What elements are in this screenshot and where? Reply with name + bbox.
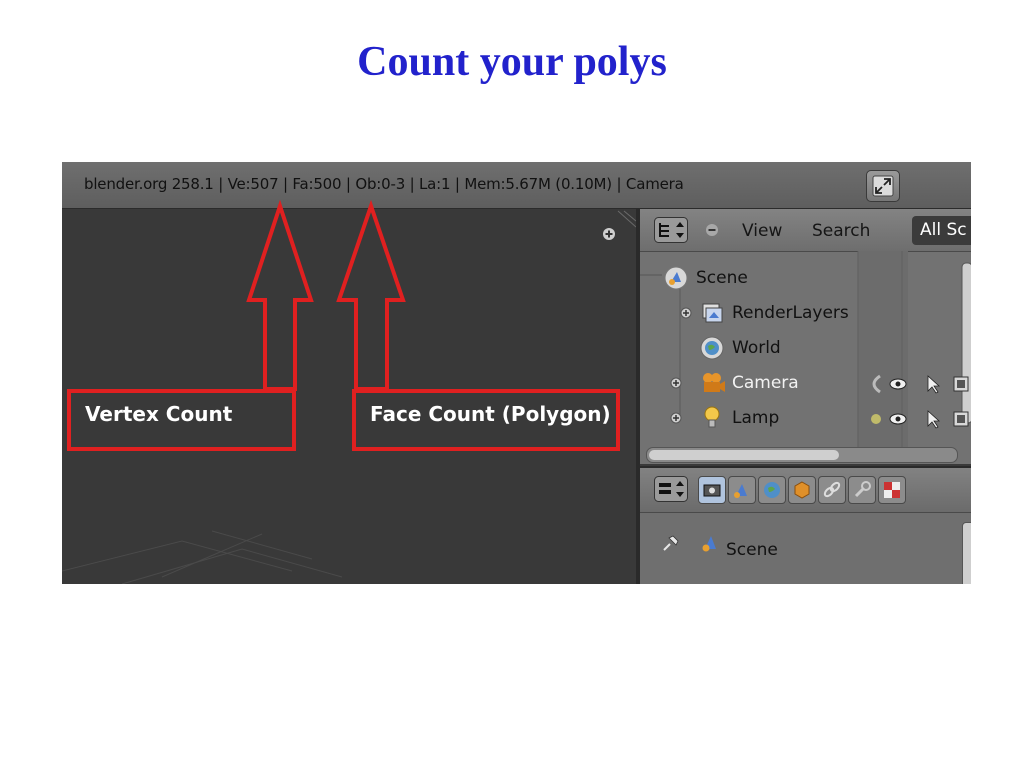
object-tab[interactable] xyxy=(788,476,816,504)
render-tab[interactable] xyxy=(698,476,726,504)
fullscreen-icon xyxy=(872,175,894,197)
scrollbar-thumb[interactable] xyxy=(649,450,839,460)
outliner-label-scene: Scene xyxy=(696,268,748,288)
collapse-icon[interactable] xyxy=(704,222,720,238)
camera-restrict-icons xyxy=(872,374,969,394)
outliner-header: View Search All Sc xyxy=(640,209,971,252)
editor-type-icon[interactable] xyxy=(654,217,688,243)
scene-icon xyxy=(664,266,688,290)
outliner-label-camera: Camera xyxy=(732,373,799,393)
world-tab[interactable] xyxy=(758,476,786,504)
properties-header xyxy=(640,468,971,513)
outliner-row-lamp[interactable]: Lamp xyxy=(640,401,971,436)
outliner-label-world: World xyxy=(732,338,781,358)
outliner-search-menu[interactable]: Search xyxy=(812,221,870,241)
expand-plus-icon[interactable] xyxy=(670,377,682,389)
scene-tab[interactable] xyxy=(728,476,756,504)
add-plus-icon[interactable] xyxy=(602,227,616,241)
face-count-label: Face Count (Polygon) xyxy=(370,402,611,426)
properties-scrollbar[interactable] xyxy=(962,522,971,584)
info-bar-stats: blender.org 258.1 | Ve:507 | Fa:500 | Ob… xyxy=(84,175,684,193)
outliner-row-world[interactable]: World xyxy=(640,331,971,366)
blender-screenshot: blender.org 258.1 | Ve:507 | Fa:500 | Ob… xyxy=(62,162,971,584)
outliner-row-camera[interactable]: Camera xyxy=(640,366,971,401)
world-icon xyxy=(700,336,724,360)
lamp-restrict-icons xyxy=(871,410,969,429)
constraints-tab[interactable] xyxy=(818,476,846,504)
vertex-count-callout: Vertex Count xyxy=(67,389,296,451)
outliner-view-menu[interactable]: View xyxy=(742,221,782,241)
object-cube-icon xyxy=(794,481,810,499)
vertex-count-label: Vertex Count xyxy=(85,402,233,426)
properties-scene-label: Scene xyxy=(726,540,778,560)
pin-icon[interactable] xyxy=(658,530,684,556)
link-chain-icon xyxy=(823,481,841,498)
info-bar: blender.org 258.1 | Ve:507 | Fa:500 | Ob… xyxy=(62,162,971,209)
outliner-label-lamp: Lamp xyxy=(732,408,780,428)
outliner-horizontal-scrollbar[interactable] xyxy=(646,447,958,463)
render-camera-icon xyxy=(703,484,721,497)
expand-plus-icon[interactable] xyxy=(680,307,692,319)
outliner-filter-dropdown[interactable]: All Sc xyxy=(912,216,971,245)
scene-context-icon xyxy=(702,536,716,552)
render-layers-icon xyxy=(702,303,723,323)
texture-tab[interactable] xyxy=(878,476,906,504)
scene-tab-icon xyxy=(734,484,747,498)
properties-panel: Scene xyxy=(640,466,971,584)
world-tab-icon xyxy=(764,482,780,498)
outliner-row-scene[interactable]: Scene xyxy=(640,261,971,296)
expand-plus-icon[interactable] xyxy=(670,412,682,424)
modifiers-tab[interactable] xyxy=(848,476,876,504)
checker-texture-icon xyxy=(884,482,900,498)
outliner-row-renderlayers[interactable]: RenderLayers xyxy=(640,296,971,331)
lamp-icon xyxy=(704,406,720,428)
fullscreen-button[interactable] xyxy=(866,170,900,202)
slide-title: Count your polys xyxy=(357,39,667,85)
outliner-label-renderlayers: RenderLayers xyxy=(732,303,849,323)
wrench-icon xyxy=(854,481,871,498)
camera-icon xyxy=(703,373,725,392)
3d-viewport[interactable]: Vertex Count Face Count (Polygon) xyxy=(62,209,636,584)
outliner-panel: View Search All Sc Scene RenderLayers Wo… xyxy=(640,209,971,464)
properties-editor-type-icon[interactable] xyxy=(654,476,688,502)
face-count-callout: Face Count (Polygon) xyxy=(352,389,620,451)
